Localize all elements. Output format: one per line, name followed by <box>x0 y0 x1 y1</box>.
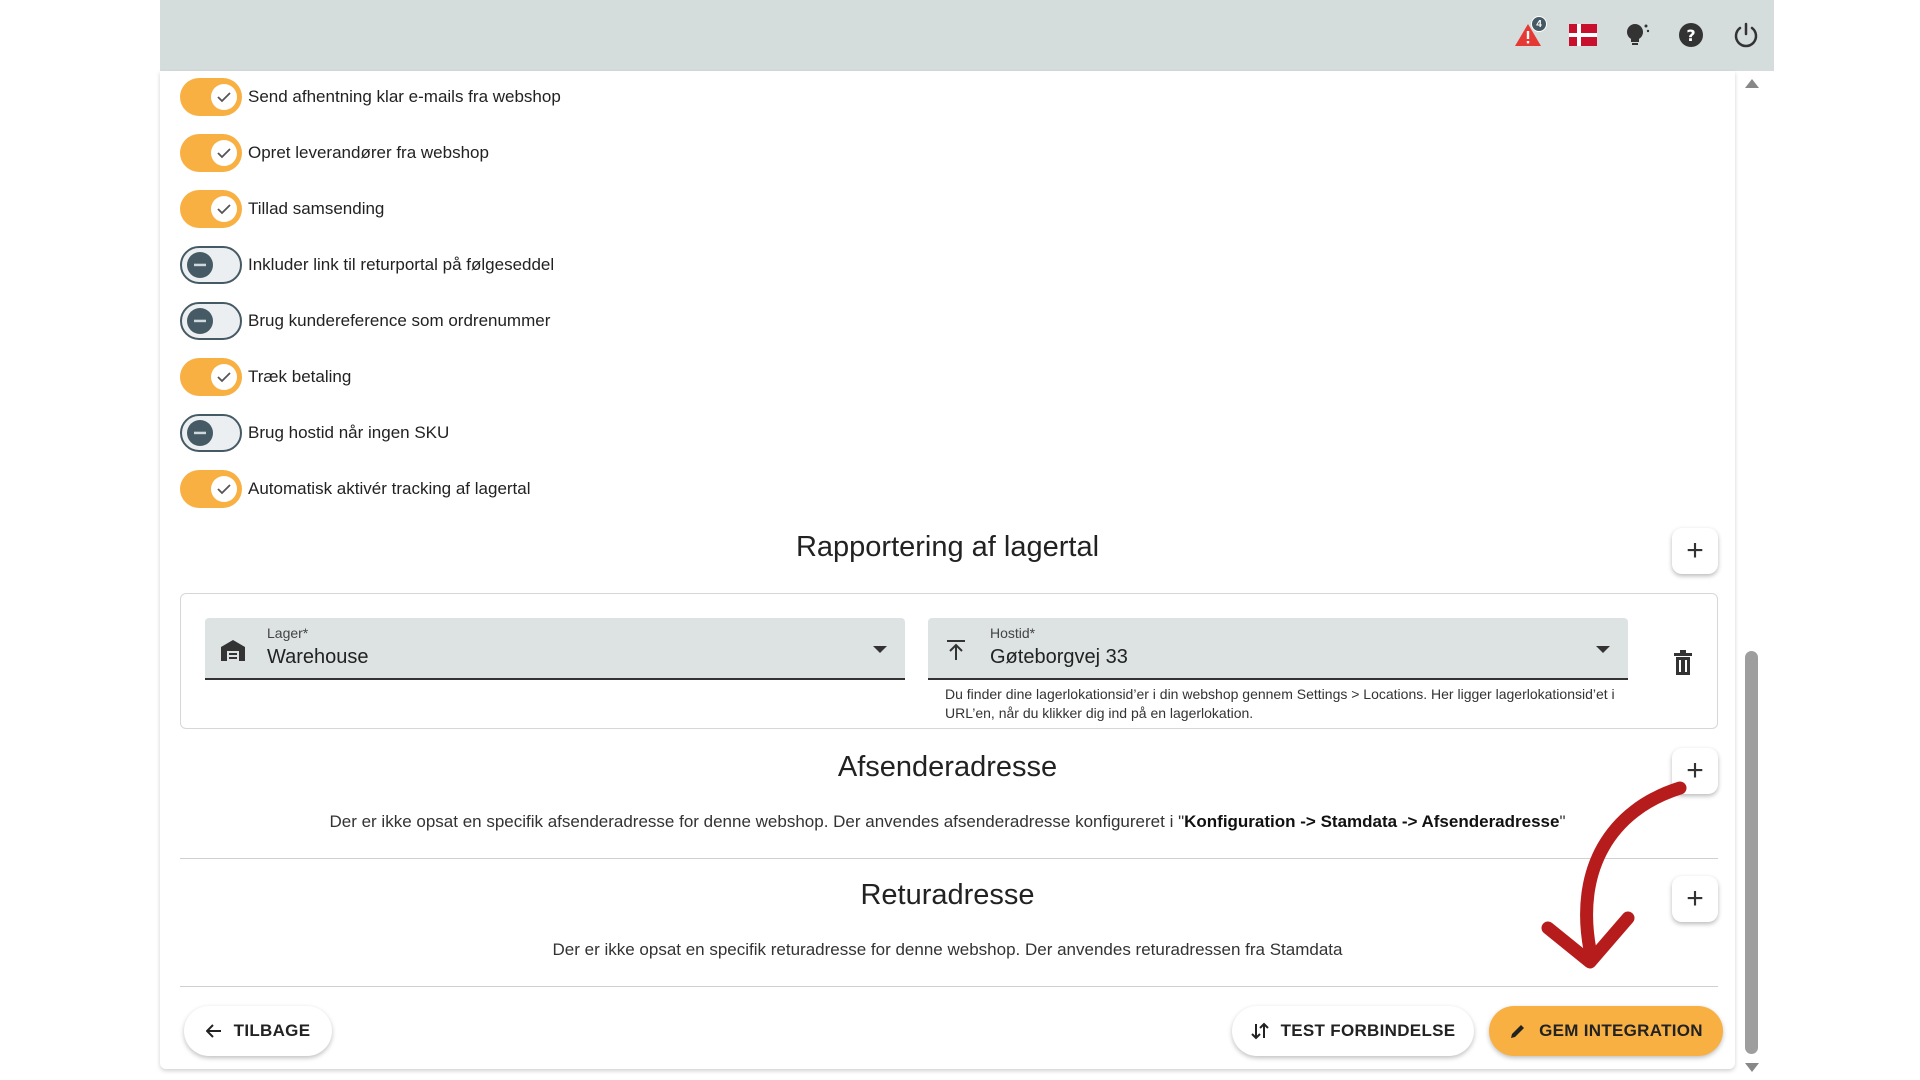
sender-info-path: Konfiguration -> Stamdata -> Afsenderadr… <box>1184 812 1560 831</box>
scroll-up-arrow-icon[interactable] <box>1745 79 1759 88</box>
pencil-icon <box>1509 1022 1527 1040</box>
scroll-down-arrow-icon[interactable] <box>1745 1063 1759 1072</box>
warehouse-label: Lager* <box>267 625 309 641</box>
add-return-address-button[interactable]: + <box>1672 876 1718 922</box>
scrollbar-thumb[interactable] <box>1745 651 1758 1054</box>
svg-text:?: ? <box>1686 26 1695 45</box>
check-icon <box>211 364 237 390</box>
plus-icon: + <box>1686 534 1704 567</box>
toggle-switch[interactable] <box>180 414 242 452</box>
toggle-label: Automatisk aktivér tracking af lagertal <box>248 479 531 498</box>
power-icon[interactable] <box>1731 20 1761 50</box>
toggle-label: Inkluder link til returportal på følgese… <box>248 255 555 274</box>
alert-count-badge: 4 <box>1531 16 1547 32</box>
stock-reporting-title: Rapportering af lagertal <box>795 531 1100 563</box>
toggle-switch[interactable] <box>180 358 242 396</box>
sender-info-quote: " <box>1559 812 1566 831</box>
toggle-row-hostid-no-sku[interactable]: Brug hostid når ingen SKU <box>180 413 449 453</box>
delete-icon[interactable] <box>1671 650 1695 676</box>
toggle-row-return-portal-link[interactable]: Inkluder link til returportal på følgese… <box>180 245 554 285</box>
hostid-select[interactable]: Hostid* Gøteborgvej 33 <box>928 618 1628 680</box>
toggle-row-auto-stock-tracking[interactable]: Automatisk aktivér tracking af lagertal <box>180 469 531 509</box>
toggle-label: Træk betaling <box>248 367 352 386</box>
theme-bulb-icon[interactable] <box>1622 20 1652 50</box>
divider <box>180 986 1718 987</box>
toggle-label: Opret leverandører fra webshop <box>248 143 489 162</box>
stock-location-card: Lager* Warehouse Hostid* Gøteborgvej 33 … <box>180 593 1718 729</box>
sender-info-text: Der er ikke opsat en specifik afsenderad… <box>329 812 1185 831</box>
minus-icon <box>187 252 213 278</box>
save-integration-label: GEM INTEGRATION <box>1539 1021 1703 1040</box>
check-icon <box>211 196 237 222</box>
toggle-switch[interactable] <box>180 470 242 508</box>
toggle-label: Brug kundereference som ordrenummer <box>248 311 551 330</box>
add-stock-location-button[interactable]: + <box>1672 528 1718 574</box>
hostid-helper-text: Du finder dine lagerlokationsid’er i din… <box>945 686 1615 721</box>
toggle-label: Tillad samsending <box>248 199 385 218</box>
toggle-switch[interactable] <box>180 246 242 284</box>
check-icon <box>211 84 237 110</box>
toggle-row-allow-consolidation[interactable]: Tillad samsending <box>180 189 384 229</box>
toggle-switch[interactable] <box>180 302 242 340</box>
toggle-row-create-suppliers[interactable]: Opret leverandører fra webshop <box>180 133 489 173</box>
arrow-left-icon <box>205 1024 222 1038</box>
check-icon <box>211 140 237 166</box>
toggle-row-capture-payment[interactable]: Træk betaling <box>180 357 351 397</box>
plus-icon: + <box>1686 882 1704 915</box>
warehouse-value: Warehouse <box>267 646 369 668</box>
save-integration-button[interactable]: GEM INTEGRATION <box>1489 1006 1723 1056</box>
back-button[interactable]: TILBAGE <box>184 1006 332 1056</box>
check-icon <box>211 476 237 502</box>
toggle-row-customer-reference[interactable]: Brug kundereference som ordrenummer <box>180 301 550 341</box>
chevron-down-icon <box>873 646 887 653</box>
toggle-label: Brug hostid når ingen SKU <box>248 423 450 442</box>
toggle-switch[interactable] <box>180 190 242 228</box>
return-address-info: Der er ikke opsat en specifik returadres… <box>552 940 1343 959</box>
hostid-label: Hostid* <box>990 625 1036 641</box>
warehouse-icon <box>219 636 247 664</box>
minus-icon <box>187 308 213 334</box>
swap-vert-icon <box>1250 1022 1269 1040</box>
warning-icon[interactable]: 4 <box>1513 16 1547 50</box>
add-sender-address-button[interactable]: + <box>1672 748 1718 794</box>
test-connection-button[interactable]: TEST FORBINDELSE <box>1232 1006 1474 1056</box>
minus-icon <box>187 420 213 446</box>
integration-settings-panel: Send afhentning klar e-mails fra webshop… <box>160 71 1735 1069</box>
toggle-switch[interactable] <box>180 134 242 172</box>
danish-flag-icon[interactable] <box>1568 20 1598 50</box>
toggle-row-pickup-emails[interactable]: Send afhentning klar e-mails fra webshop <box>180 77 561 117</box>
top-bar: 4 ? <box>160 0 1774 71</box>
vertical-scrollbar[interactable] <box>1742 71 1762 1080</box>
upload-icon <box>942 636 970 664</box>
toggle-switch[interactable] <box>180 78 242 116</box>
return-address-title: Returadresse <box>860 879 1035 911</box>
plus-icon: + <box>1686 754 1704 787</box>
back-button-label: TILBAGE <box>233 1021 311 1040</box>
test-connection-label: TEST FORBINDELSE <box>1280 1021 1456 1040</box>
app-frame: 4 ? Send afhentning klar e-mails fra web… <box>160 0 1774 1080</box>
warehouse-select[interactable]: Lager* Warehouse <box>205 618 905 680</box>
help-icon[interactable]: ? <box>1676 20 1706 50</box>
hostid-value: Gøteborgvej 33 <box>990 646 1128 668</box>
chevron-down-icon <box>1596 646 1610 653</box>
toggle-label: Send afhentning klar e-mails fra webshop <box>248 87 561 106</box>
sender-address-title: Afsenderadresse <box>837 751 1058 783</box>
divider <box>180 858 1718 859</box>
sender-address-info: Der er ikke opsat en specifik afsenderad… <box>160 812 1735 832</box>
